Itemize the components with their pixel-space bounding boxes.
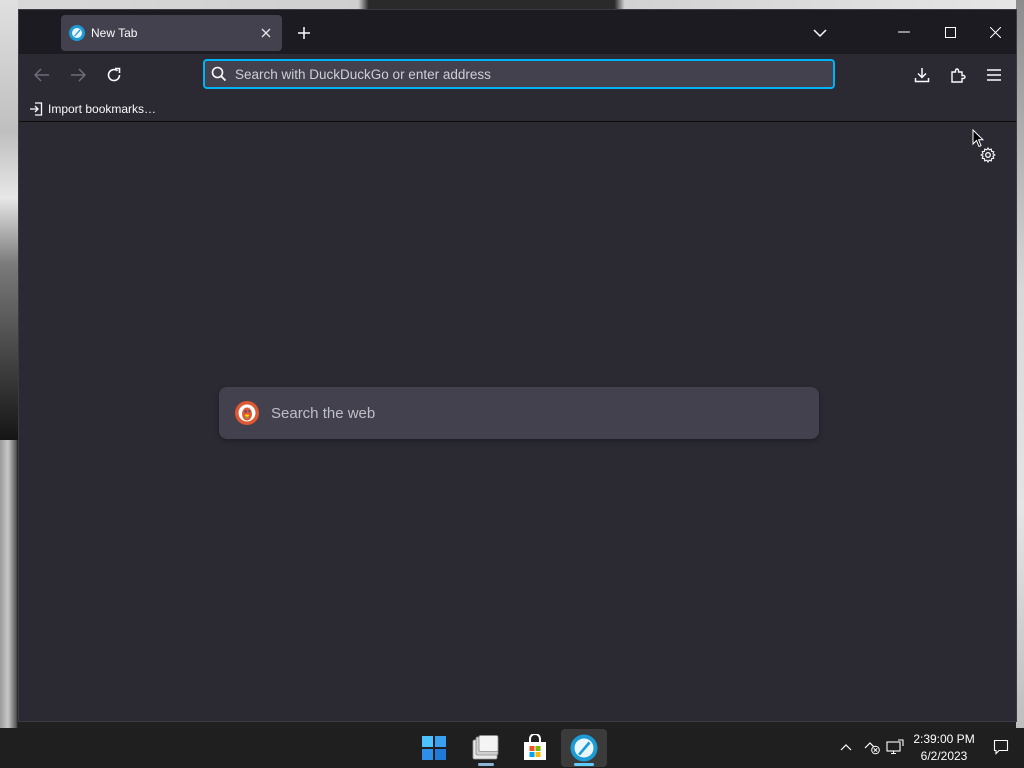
minimize-icon <box>898 31 910 33</box>
windows-start-icon <box>422 736 446 760</box>
address-input[interactable] <box>235 66 833 82</box>
desktop-background-left <box>0 0 18 440</box>
list-all-tabs-button[interactable] <box>807 20 833 46</box>
start-button[interactable] <box>411 729 457 767</box>
bookmarks-toolbar: Import bookmarks… <box>19 96 1016 122</box>
downloads-button[interactable] <box>907 60 937 90</box>
download-icon <box>914 68 930 83</box>
search-icon <box>211 66 227 82</box>
puzzle-icon <box>951 68 966 83</box>
reload-button[interactable] <box>99 60 129 90</box>
close-window-button[interactable] <box>972 10 1018 54</box>
address-bar[interactable] <box>203 59 835 89</box>
close-icon <box>989 26 1001 38</box>
minimize-button[interactable] <box>881 10 927 54</box>
hamburger-menu-icon <box>987 69 1001 81</box>
display-icon[interactable] <box>884 736 906 758</box>
nav-toolbar <box>19 54 1016 96</box>
import-bookmarks-label: Import bookmarks… <box>48 102 157 116</box>
arrow-left-icon <box>34 68 49 82</box>
clock-time: 2:39:00 PM <box>913 732 975 746</box>
tab-title: New Tab <box>91 26 138 40</box>
file-explorer-icon <box>472 735 499 760</box>
desktop-background-right <box>1016 0 1024 730</box>
new-tab-button[interactable] <box>291 20 317 46</box>
active-indicator <box>574 763 594 766</box>
mouse-cursor <box>972 128 985 154</box>
notification-icon <box>993 739 1009 755</box>
clock-date: 6/2/2023 <box>920 749 968 763</box>
plus-icon <box>298 27 310 39</box>
arrow-right-icon <box>71 68 86 82</box>
new-tab-page: Search the web <box>19 123 1016 721</box>
extensions-button[interactable] <box>943 60 973 90</box>
firefox-icon <box>69 25 85 41</box>
web-search-box[interactable]: Search the web <box>219 387 819 439</box>
app-menu-button[interactable] <box>979 60 1009 90</box>
network-icon[interactable] <box>861 736 883 758</box>
tab-new-tab[interactable]: New Tab <box>61 15 282 51</box>
import-bookmarks-button[interactable]: Import bookmarks… <box>29 99 156 119</box>
chevron-down-icon <box>813 29 827 38</box>
chevron-up-icon <box>840 744 852 751</box>
maximize-icon <box>944 26 956 38</box>
tab-strip: New Tab <box>19 10 1016 54</box>
import-icon <box>30 102 43 116</box>
back-button[interactable] <box>27 60 57 90</box>
forward-button[interactable] <box>63 60 93 90</box>
desktop-background-top <box>0 0 1024 9</box>
taskbar-microsoft-store[interactable] <box>512 729 558 767</box>
reload-icon <box>107 67 121 82</box>
maximize-button[interactable] <box>927 10 973 54</box>
store-icon <box>524 734 546 760</box>
system-clock[interactable]: 2:39:00 PM 6/2/2023 <box>906 731 982 765</box>
running-indicator <box>478 763 494 766</box>
show-hidden-icons-button[interactable] <box>835 736 857 758</box>
notifications-button[interactable] <box>990 736 1012 758</box>
taskbar: 2:39:00 PM 6/2/2023 <box>0 728 1024 768</box>
display-icon <box>886 739 904 755</box>
close-icon[interactable] <box>254 21 278 45</box>
firefox-icon <box>570 734 598 762</box>
web-search-placeholder: Search the web <box>271 404 376 422</box>
network-disconnected-icon <box>864 742 880 755</box>
taskbar-firefox[interactable] <box>561 729 607 767</box>
browser-window: New Tab Search with DuckDuckGo or enter … <box>18 9 1017 722</box>
duckduckgo-icon <box>235 401 259 425</box>
taskbar-file-explorer[interactable] <box>463 729 509 767</box>
